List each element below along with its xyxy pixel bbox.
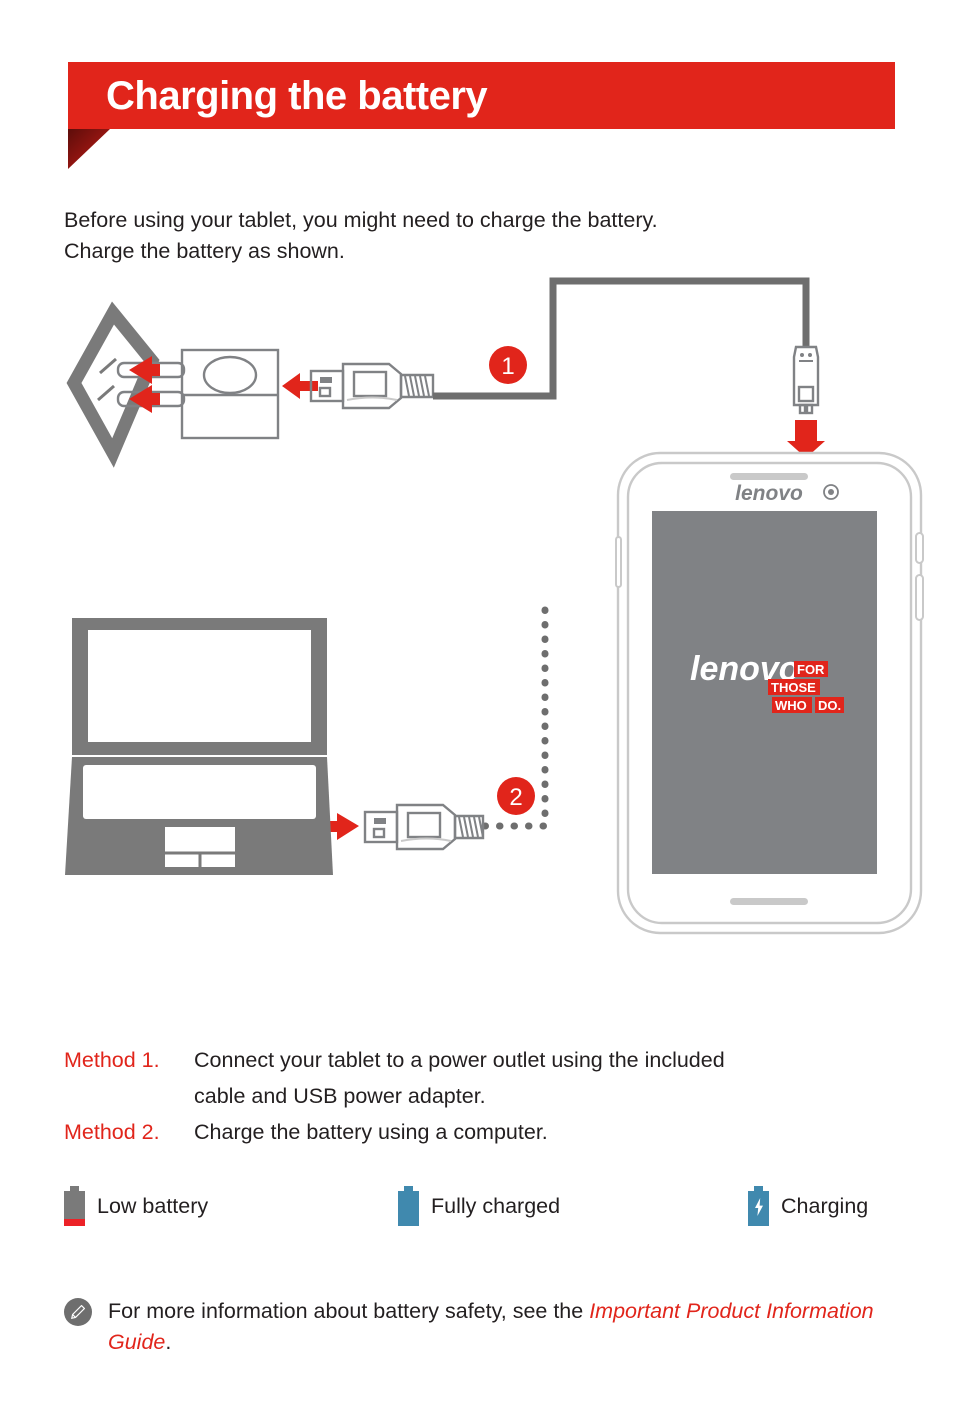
intro-line-1: Before using your tablet, you might need… <box>64 208 658 232</box>
note-text: For more information about battery safet… <box>108 1296 914 1358</box>
method-1-text: Connect your tablet to a power outlet us… <box>194 1048 725 1072</box>
usb-insert-arrow-1 <box>282 373 318 399</box>
method-2-label: Method 2. <box>64 1120 160 1144</box>
page-title: Charging the battery <box>106 73 488 118</box>
battery-low-icon <box>64 1186 85 1226</box>
battery-full-icon <box>398 1186 419 1226</box>
step-2-badge-label: 2 <box>509 784 522 811</box>
legend-item-charging: Charging <box>748 1186 868 1226</box>
charging-diagram: .ln{fill:none;stroke:#6e6e6e;} .gy{fill:… <box>0 255 954 955</box>
step-2-badge: 2 <box>497 777 535 815</box>
legend-label-low-battery: Low battery <box>97 1193 209 1218</box>
note-block: For more information about battery safet… <box>64 1296 914 1358</box>
svg-text:FOR: FOR <box>797 662 825 677</box>
step-1-badge-label: 1 <box>501 353 514 380</box>
methods-list: Method 1. Connect your tablet to a power… <box>64 1042 924 1150</box>
micro-usb-connector-icon <box>792 345 820 415</box>
usb-a-connector-2 <box>363 803 485 851</box>
method-row-2: Method 2. Charge the battery using a com… <box>64 1114 924 1150</box>
section-banner: Charging the battery <box>68 62 895 129</box>
manual-page: Charging the battery Before using your t… <box>0 0 954 1419</box>
note-text-after: . <box>165 1330 172 1354</box>
wall-outlet-icon <box>66 301 160 468</box>
pencil-note-icon <box>64 1298 92 1326</box>
legend-item-fully-charged: Fully charged <box>398 1186 560 1226</box>
tablet-brand-logo: lenovo <box>735 482 803 505</box>
svg-text:DO.: DO. <box>818 698 841 713</box>
banner-fold-decoration <box>68 129 110 169</box>
method-2-text: Charge the battery using a computer. <box>194 1120 548 1144</box>
step-1-badge: 1 <box>489 346 527 384</box>
power-cable-path <box>433 277 810 400</box>
legend-item-low-battery: Low battery <box>64 1186 208 1226</box>
tablet-device: lenovo lenovo . FOR THOSE WHO DO. <box>615 451 924 935</box>
method-1-continuation: cable and USB power adapter. <box>194 1084 486 1108</box>
note-text-before: For more information about battery safet… <box>108 1299 590 1323</box>
method-1-label: Method 1. <box>64 1048 160 1072</box>
usb-power-adapter-icon <box>180 348 280 440</box>
legend-label-charging: Charging <box>781 1193 869 1218</box>
battery-charging-icon <box>748 1186 769 1226</box>
laptop-icon <box>65 618 333 875</box>
tablet-screen <box>652 511 877 874</box>
legend-label-fully-charged: Fully charged <box>431 1193 561 1218</box>
svg-text:WHO: WHO <box>775 698 807 713</box>
svg-text:THOSE: THOSE <box>771 680 816 695</box>
method-row-1: Method 1. Connect your tablet to a power… <box>64 1042 924 1078</box>
usb-a-connector-1 <box>309 362 435 410</box>
lightning-bolt-icon <box>754 1197 763 1216</box>
battery-status-legend: Low battery Fully charged Charging <box>64 1186 924 1232</box>
